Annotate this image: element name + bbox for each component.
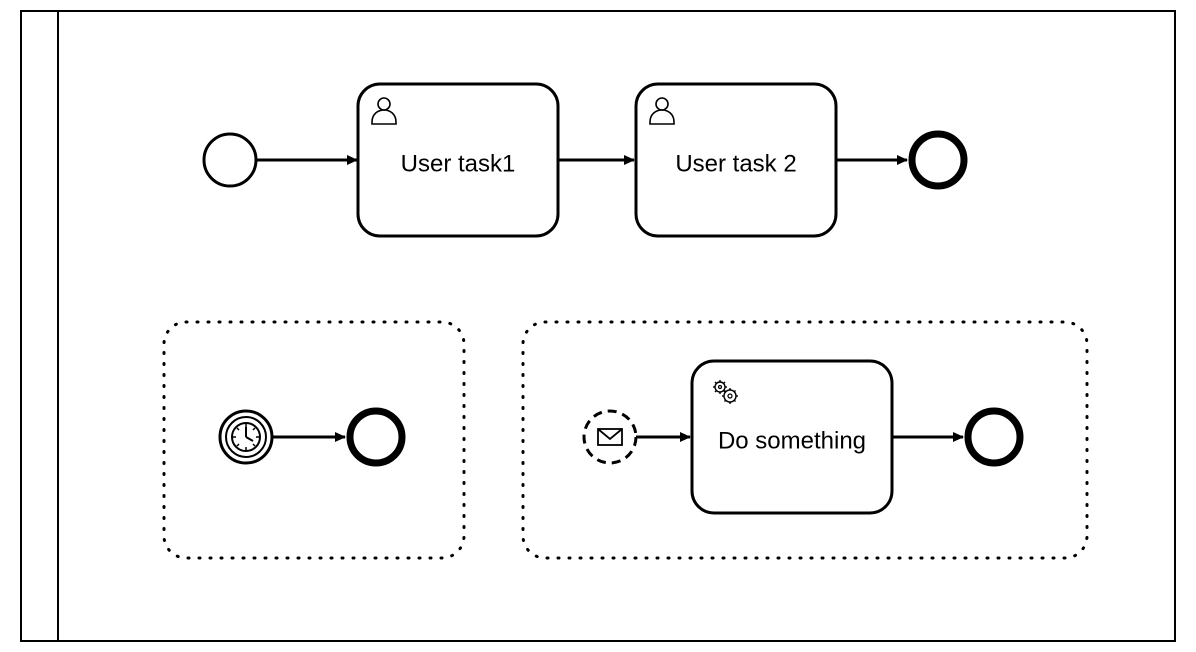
start-event[interactable] [204, 134, 256, 186]
service-task-label: Do something [718, 427, 866, 454]
user-task-2-label: User task 2 [675, 150, 796, 177]
event-subprocess-timer[interactable] [164, 322, 464, 558]
service-task[interactable]: Do something [692, 361, 892, 513]
pool-lane-header[interactable] [21, 11, 58, 641]
pool[interactable] [21, 11, 1175, 641]
user-task-1-label: User task1 [401, 150, 516, 177]
user-task-1[interactable]: User task1 [358, 84, 558, 236]
clock-icon [232, 423, 260, 451]
end-event[interactable] [912, 134, 964, 186]
user-task-2[interactable]: User task 2 [636, 84, 836, 236]
message-start-event[interactable] [584, 411, 636, 463]
end-event[interactable] [350, 411, 402, 463]
end-event[interactable] [968, 411, 1020, 463]
timer-start-event[interactable] [220, 411, 272, 463]
bpmn-diagram: User task1 User task 2 [0, 0, 1196, 652]
envelope-icon [598, 429, 622, 445]
